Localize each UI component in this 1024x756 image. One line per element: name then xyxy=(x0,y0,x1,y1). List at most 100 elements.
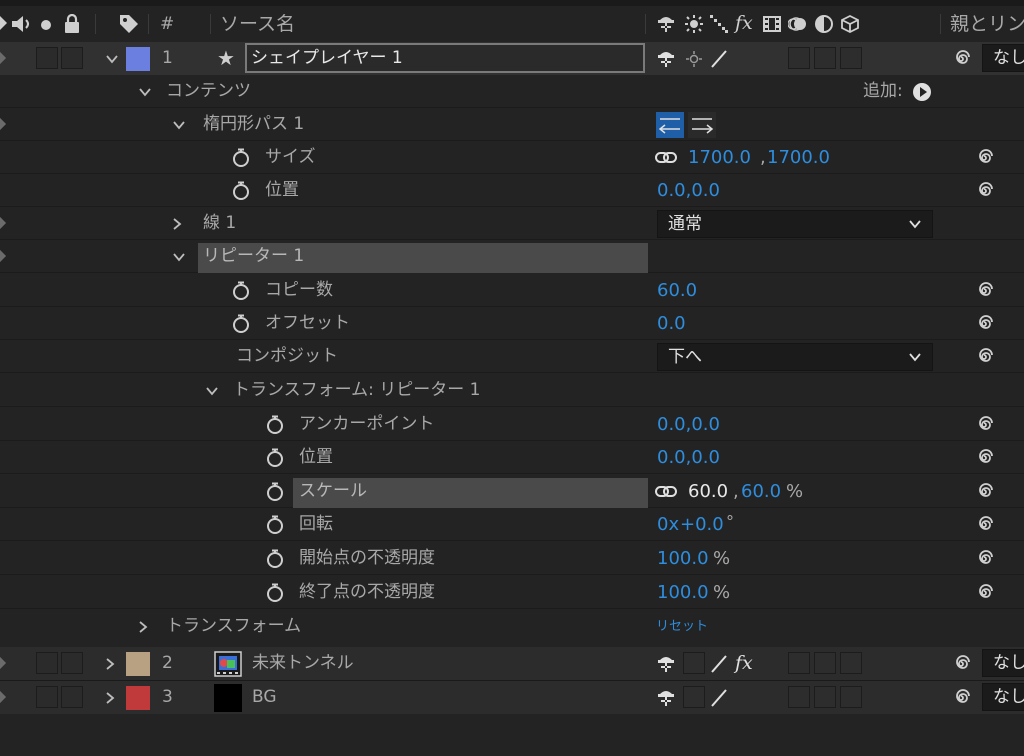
chevron-down-icon[interactable] xyxy=(172,118,186,132)
parent-dropdown[interactable]: なし xyxy=(982,44,1024,72)
parent-link-column-header[interactable]: 親とリン xyxy=(950,8,1024,41)
layer-label-color[interactable] xyxy=(126,686,150,710)
chevron-right-icon[interactable] xyxy=(170,217,184,231)
lock-icon[interactable] xyxy=(64,14,80,34)
frame-blend-icon[interactable] xyxy=(762,14,782,34)
adjustment-layer-icon[interactable] xyxy=(814,14,834,34)
composite-row[interactable]: コンポジット 下へ xyxy=(0,340,1024,373)
layer-row-2[interactable]: 2 未来トンネル fx なし xyxy=(0,647,1024,680)
pick-whip-icon[interactable] xyxy=(974,415,994,435)
video-eye-icon[interactable] xyxy=(0,16,8,30)
source-name-column-header[interactable]: ソース名 xyxy=(220,8,295,41)
offset-value[interactable]: 0.0 xyxy=(657,307,686,340)
scale-value-x[interactable]: 60.0 xyxy=(688,475,728,508)
shy-switch-icon[interactable] xyxy=(656,654,676,674)
stopwatch-icon[interactable] xyxy=(232,181,250,201)
stopwatch-icon[interactable] xyxy=(266,415,284,435)
layer-name[interactable]: 未来トンネル xyxy=(252,647,354,680)
rotation-degrees[interactable]: +0.0 xyxy=(680,508,724,541)
chevron-down-icon[interactable] xyxy=(205,384,219,398)
shy-icon[interactable] xyxy=(656,14,676,34)
pick-whip-icon[interactable] xyxy=(974,515,994,535)
rotation-revolutions[interactable]: 0x xyxy=(657,508,679,541)
3d-layer-icon[interactable] xyxy=(840,14,860,34)
pick-whip-icon[interactable] xyxy=(974,181,994,201)
chevron-down-icon[interactable] xyxy=(172,250,186,264)
reset-link[interactable]: リセット xyxy=(656,610,708,643)
solo-icon[interactable] xyxy=(40,19,52,31)
scale-value-y[interactable]: 60.0 xyxy=(741,475,781,508)
repeater-row[interactable]: リピーター 1 xyxy=(0,240,1024,273)
copies-row[interactable]: コピー数 60.0 xyxy=(0,274,1024,307)
pick-whip-icon[interactable] xyxy=(974,281,994,301)
stopwatch-icon[interactable] xyxy=(266,482,284,502)
layer-transform-row[interactable]: トランスフォーム リセット xyxy=(0,610,1024,643)
chevron-down-icon[interactable] xyxy=(105,52,119,66)
pick-whip-icon[interactable] xyxy=(974,583,994,603)
composite-dropdown[interactable]: 下へ xyxy=(657,343,933,371)
repeater-transform-row[interactable]: トランスフォーム: リピーター 1 xyxy=(0,374,1024,407)
constrain-proportions-icon[interactable] xyxy=(655,151,677,165)
parent-dropdown[interactable]: なし xyxy=(982,649,1024,677)
path-direction-forward-icon[interactable] xyxy=(688,112,716,138)
play-circle-icon[interactable] xyxy=(912,82,932,102)
pick-whip-icon[interactable] xyxy=(974,148,994,168)
anchor-point-value[interactable]: 0.0,0.0 xyxy=(657,408,720,441)
shy-switch-icon[interactable] xyxy=(656,688,676,708)
layer-name[interactable]: BG xyxy=(252,681,277,714)
chevron-right-icon[interactable] xyxy=(103,691,117,705)
quality-switch-icon[interactable] xyxy=(709,49,729,69)
fx-icon[interactable]: fx xyxy=(735,10,753,36)
layer-name-field[interactable]: シェイプレイヤー 1 xyxy=(245,43,645,73)
rotation-row[interactable]: 回転 0x +0.0 ° xyxy=(0,508,1024,541)
quality-switch-icon[interactable] xyxy=(709,654,729,674)
layer-label-color[interactable] xyxy=(126,652,150,676)
ellipse-path-row[interactable]: 楕円形パス 1 xyxy=(0,108,1024,141)
shy-switch-icon[interactable] xyxy=(656,49,676,69)
collapse-switch-icon[interactable] xyxy=(684,49,704,69)
collapse-transform-icon[interactable] xyxy=(684,14,704,34)
start-opacity-value[interactable]: 100.0 xyxy=(657,542,709,575)
stopwatch-icon[interactable] xyxy=(266,583,284,603)
stroke-row[interactable]: 線 1 通常 xyxy=(0,207,1024,240)
layer-row-1[interactable]: 1 ★ シェイプレイヤー 1 なし xyxy=(0,42,1024,75)
offset-row[interactable]: オフセット 0.0 xyxy=(0,307,1024,340)
ellipse-position-row[interactable]: 位置 0.0,0.0 xyxy=(0,174,1024,207)
chevron-right-icon[interactable] xyxy=(136,620,150,634)
pick-whip-icon[interactable] xyxy=(974,482,994,502)
chevron-down-icon[interactable] xyxy=(138,85,152,99)
position-value[interactable]: 0.0,0.0 xyxy=(657,174,720,207)
label-tag-icon[interactable] xyxy=(118,13,140,35)
position-value[interactable]: 0.0,0.0 xyxy=(657,441,720,474)
pick-whip-icon[interactable] xyxy=(951,49,971,69)
audio-icon[interactable] xyxy=(12,15,34,33)
pick-whip-icon[interactable] xyxy=(974,448,994,468)
size-value-y[interactable]: 1700.0 xyxy=(767,141,830,174)
size-row[interactable]: サイズ 1700.0 , 1700.0 xyxy=(0,141,1024,174)
repeater-position-row[interactable]: 位置 0.0,0.0 xyxy=(0,441,1024,474)
stopwatch-icon[interactable] xyxy=(232,281,250,301)
constrain-proportions-icon[interactable] xyxy=(655,485,677,499)
number-column-header[interactable]: # xyxy=(160,8,174,41)
motion-blur-icon[interactable] xyxy=(788,14,808,34)
end-opacity-row[interactable]: 終了点の不透明度 100.0 % xyxy=(0,576,1024,609)
pick-whip-icon[interactable] xyxy=(951,688,971,708)
start-opacity-row[interactable]: 開始点の不透明度 100.0 % xyxy=(0,542,1024,575)
copies-value[interactable]: 60.0 xyxy=(657,274,697,307)
blend-mode-dropdown[interactable]: 通常 xyxy=(657,210,933,238)
fx-switch-icon[interactable]: fx xyxy=(735,650,753,676)
quality-icon[interactable] xyxy=(709,14,729,34)
path-direction-reverse-icon[interactable] xyxy=(656,112,684,138)
stopwatch-icon[interactable] xyxy=(266,549,284,569)
add-label[interactable]: 追加: xyxy=(863,75,903,108)
layer-row-3[interactable]: 3 BG なし xyxy=(0,680,1024,714)
stopwatch-icon[interactable] xyxy=(266,448,284,468)
chevron-right-icon[interactable] xyxy=(103,657,117,671)
end-opacity-value[interactable]: 100.0 xyxy=(657,576,709,609)
layer-label-color[interactable] xyxy=(126,47,150,71)
quality-switch-icon[interactable] xyxy=(709,688,729,708)
parent-dropdown[interactable]: なし xyxy=(982,683,1024,711)
size-value-x[interactable]: 1700.0 xyxy=(688,141,751,174)
pick-whip-icon[interactable] xyxy=(974,314,994,334)
stopwatch-icon[interactable] xyxy=(232,148,250,168)
